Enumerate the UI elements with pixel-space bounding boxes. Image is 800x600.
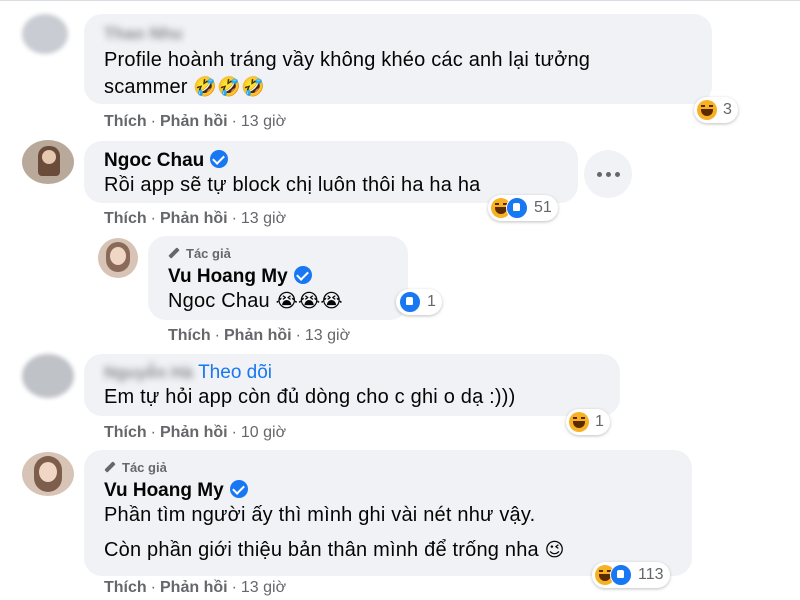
more-options-button[interactable] — [584, 150, 632, 198]
timestamp[interactable]: 10 giờ — [241, 424, 286, 441]
comment-actions: Thích · Phản hồi · 10 giờ — [104, 424, 287, 441]
like-link[interactable]: Thích — [104, 113, 147, 130]
like-link[interactable]: Thích — [104, 210, 147, 227]
author-name-text: Vu Hoang My — [168, 266, 288, 287]
comment-actions: Thích · Phản hồi · 13 giờ — [104, 113, 287, 130]
timestamp[interactable]: 13 giờ — [241, 113, 286, 130]
comment-author-name[interactable]: Vu Hoang My — [168, 266, 312, 288]
author-tag: Tác giả — [104, 460, 167, 475]
reaction-summary[interactable]: 1 — [396, 289, 442, 315]
comment-actions: Thích · Phản hồi · 13 giờ — [104, 210, 287, 227]
comment-author-name[interactable]: Vu Hoang My — [104, 480, 248, 502]
comment-text: scammer 🤣🤣🤣 — [104, 74, 265, 101]
verified-badge-icon — [293, 266, 312, 284]
avatar[interactable] — [22, 452, 74, 496]
verified-badge-icon — [210, 150, 229, 168]
author-tag-label: Tác giả — [186, 246, 231, 261]
comment-author-name[interactable]: Thao Nhu — [104, 24, 182, 44]
author-tag-label: Tác giả — [122, 460, 167, 475]
reaction-count: 1 — [427, 293, 436, 310]
like-link[interactable]: Thích — [104, 579, 147, 596]
reply-link[interactable]: Phản hồi — [160, 579, 228, 596]
author-tag: Tác giả — [168, 246, 231, 261]
avatar[interactable] — [22, 14, 68, 54]
like-icon — [506, 197, 528, 219]
reaction-summary[interactable]: 51 — [488, 195, 558, 221]
avatar[interactable] — [22, 140, 74, 184]
ellipsis-icon — [596, 171, 602, 177]
like-icon — [610, 564, 632, 586]
reaction-summary[interactable]: 3 — [694, 97, 738, 123]
timestamp[interactable]: 13 giờ — [241, 579, 286, 596]
timestamp[interactable]: 13 giờ — [305, 327, 350, 344]
reaction-count: 113 — [638, 566, 664, 583]
pen-icon — [168, 247, 180, 259]
top-divider — [0, 0, 800, 1]
author-name-text: Ngoc Chau — [104, 150, 205, 171]
reply-link[interactable]: Phản hồi — [160, 424, 228, 441]
avatar[interactable] — [22, 354, 74, 398]
comment-text-line: Còn phần giới thiệu bản thân mình để trố… — [104, 539, 539, 561]
comment-actions: Thích · Phản hồi · 13 giờ — [168, 327, 351, 344]
haha-icon — [697, 100, 717, 120]
like-link[interactable]: Thích — [104, 424, 147, 441]
verified-badge-icon — [229, 480, 248, 498]
reply-link[interactable]: Phản hồi — [160, 113, 228, 130]
reaction-summary[interactable]: 1 — [566, 409, 610, 435]
wink-emoji-icon: 😉 — [544, 540, 565, 561]
mention-text[interactable]: Ngoc Chau — [168, 290, 270, 312]
reply-link[interactable]: Phản hồi — [160, 210, 228, 227]
avatar[interactable] — [98, 238, 138, 278]
comment-text-line: scammer — [104, 76, 188, 98]
comment-text: Profile hoành tráng vầy không khéo các a… — [104, 47, 590, 73]
reaction-count: 1 — [595, 413, 604, 430]
timestamp[interactable]: 13 giờ — [241, 210, 286, 227]
comment-text: Ngoc Chau 😭😭😭 — [168, 288, 343, 315]
comment-text: Phần tìm người ấy thì mình ghi vài nét n… — [104, 504, 536, 526]
reaction-summary[interactable]: 113 — [592, 562, 670, 588]
like-link[interactable]: Thích — [168, 327, 211, 344]
comment-text: Rồi app sẽ tự block chị luôn thôi ha ha … — [104, 174, 481, 196]
follow-link[interactable]: Theo dõi — [198, 362, 272, 383]
comment-author-name[interactable]: Nguyễn Hà — [104, 363, 193, 382]
reply-link[interactable]: Phản hồi — [224, 327, 292, 344]
comment-actions: Thích · Phản hồi · 13 giờ — [104, 579, 287, 596]
comment-text-line: Profile hoành tráng vầy không khéo các a… — [104, 49, 591, 71]
reaction-count: 3 — [723, 101, 732, 118]
like-icon — [399, 291, 421, 313]
pen-icon — [104, 461, 116, 473]
rofl-emoji-icon: 🤣🤣🤣 — [193, 77, 265, 98]
comment-text: Em tự hỏi app còn đủ dòng cho c ghi o dạ… — [104, 386, 516, 408]
comment-author-row: Nguyễn Hà Theo dõi — [104, 362, 272, 384]
comment-text: Còn phần giới thiệu bản thân mình để trố… — [104, 537, 565, 564]
haha-icon — [569, 412, 589, 432]
author-name-text: Vu Hoang My — [104, 480, 224, 501]
comment-author-name[interactable]: Ngoc Chau — [104, 150, 229, 172]
crying-emoji-icon: 😭😭😭 — [275, 291, 343, 312]
reaction-count: 51 — [534, 199, 552, 216]
